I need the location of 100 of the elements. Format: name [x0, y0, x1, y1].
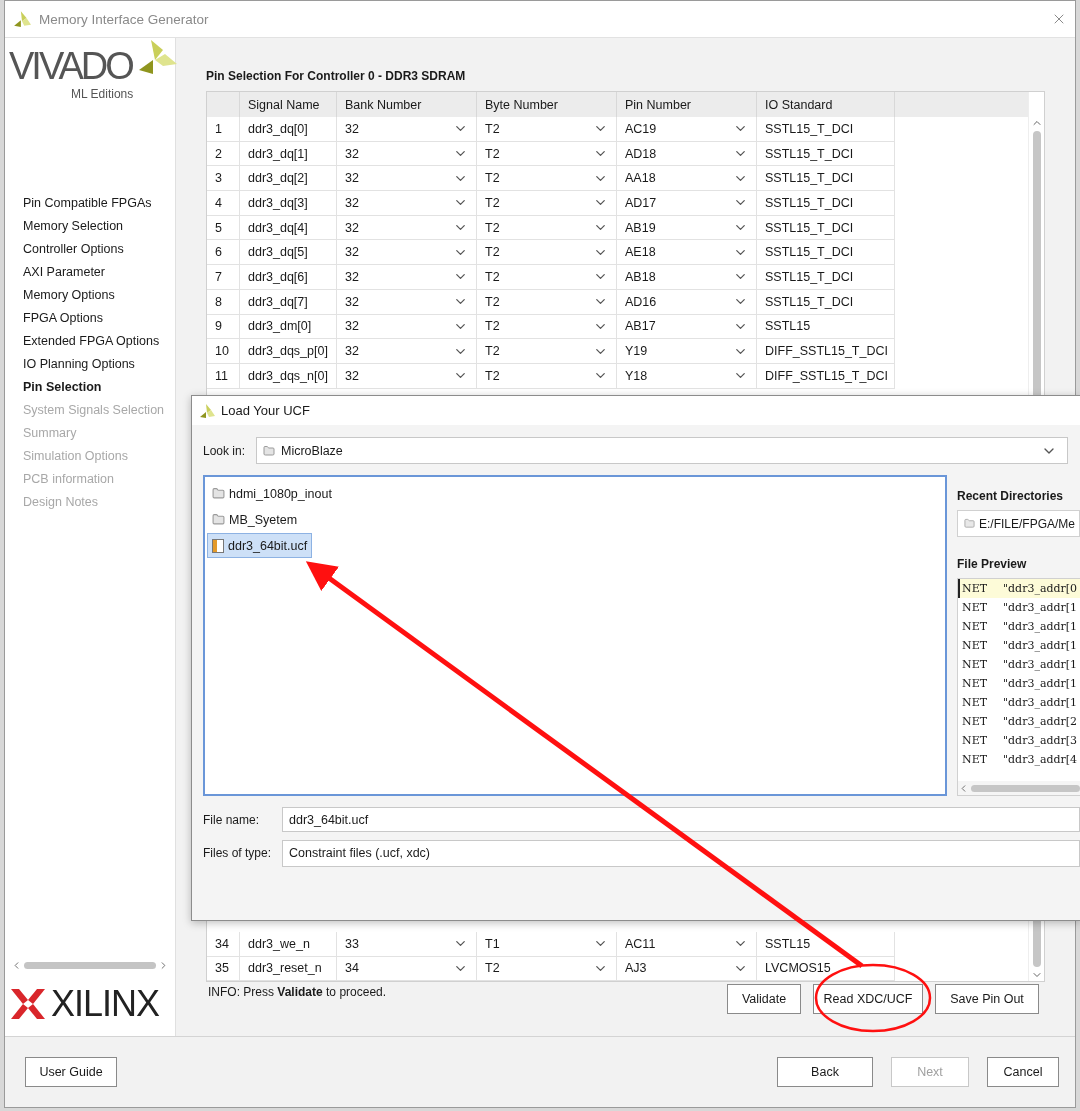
- pin-dropdown[interactable]: AD16: [617, 289, 757, 315]
- file-item[interactable]: hdmi_1080p_inout: [207, 481, 337, 506]
- byte-dropdown[interactable]: T2: [477, 956, 617, 982]
- table-cell: ddr3_we_n: [240, 931, 337, 957]
- table-cell: ddr3_dqs_p[0]: [240, 339, 337, 364]
- file-name-label: File name:: [203, 812, 261, 827]
- pin-dropdown[interactable]: AD17: [617, 191, 757, 216]
- recent-directories-dropdown[interactable]: E:/FILE/FPGA/Me: [957, 510, 1080, 537]
- table-cell: SSTL15_T_DCI: [757, 117, 895, 142]
- sidebar-item[interactable]: Memory Selection: [23, 217, 175, 235]
- bank-dropdown[interactable]: 32: [337, 265, 477, 290]
- bank-dropdown[interactable]: 32: [337, 215, 477, 241]
- bank-dropdown[interactable]: 32: [337, 117, 477, 142]
- pin-dropdown[interactable]: AB18: [617, 265, 757, 290]
- file-icon: [212, 538, 224, 553]
- bank-dropdown[interactable]: 32: [337, 314, 477, 340]
- file-item[interactable]: ddr3_64bit.ucf: [207, 533, 313, 558]
- sidebar-item[interactable]: FPGA Options: [23, 309, 175, 327]
- leaf-logo-icon: [139, 40, 177, 76]
- preview-text: "ddr3_addr[3: [1003, 734, 1078, 747]
- bank-dropdown[interactable]: 34: [337, 956, 477, 982]
- table-cell: SSTL15: [757, 314, 895, 340]
- table-cell: SSTL15_T_DCI: [757, 240, 895, 266]
- vivado-logo-text: VIVADO: [9, 44, 132, 88]
- table-cell: SSTL15_T_DCI: [757, 289, 895, 315]
- folder-icon: [212, 487, 225, 500]
- sidebar-item[interactable]: Pin Compatible FPGAs: [23, 194, 175, 212]
- preview-text: "ddr3_addr[0: [1003, 582, 1078, 595]
- pin-dropdown[interactable]: Y18: [617, 363, 757, 389]
- user-guide-button[interactable]: User Guide: [25, 1057, 117, 1087]
- horizontal-scrollbar[interactable]: [958, 781, 1080, 795]
- pin-dropdown[interactable]: AC11: [617, 931, 757, 957]
- pin-dropdown[interactable]: Y19: [617, 339, 757, 364]
- bank-dropdown[interactable]: 33: [337, 931, 477, 957]
- bank-dropdown[interactable]: 32: [337, 240, 477, 266]
- file-name-field[interactable]: ddr3_64bit.ucf: [282, 807, 1080, 832]
- preview-keyword: NET: [962, 639, 987, 652]
- byte-dropdown[interactable]: T2: [477, 339, 617, 364]
- row-number: 9: [207, 314, 240, 340]
- action-button[interactable]: Read XDC/UCF: [813, 984, 923, 1015]
- pin-dropdown[interactable]: AA18: [617, 166, 757, 192]
- nav-button[interactable]: Cancel: [987, 1057, 1059, 1087]
- bank-dropdown[interactable]: 32: [337, 339, 477, 364]
- pin-dropdown[interactable]: AE18: [617, 240, 757, 266]
- look-in-label: Look in:: [203, 443, 247, 458]
- table-cell: ddr3_dq[2]: [240, 166, 337, 192]
- nav-button[interactable]: Back: [777, 1057, 873, 1087]
- sidebar-item: Simulation Options: [23, 448, 129, 465]
- byte-dropdown[interactable]: T2: [477, 117, 617, 142]
- file-item[interactable]: MB_Syetem: [207, 507, 303, 532]
- table-cell: SSTL15_T_DCI: [757, 191, 895, 216]
- info-message: INFO: Press Validate to proceed.: [207, 984, 388, 1001]
- table-cell: ddr3_dq[0]: [240, 117, 337, 142]
- row-number: 34: [207, 931, 240, 957]
- byte-dropdown[interactable]: T2: [477, 240, 617, 266]
- pin-dropdown[interactable]: AB19: [617, 215, 757, 241]
- table-cell: ddr3_dq[6]: [240, 265, 337, 290]
- sidebar-item[interactable]: Controller Options: [23, 240, 175, 258]
- byte-dropdown[interactable]: T2: [477, 166, 617, 192]
- sidebar-item[interactable]: Extended FPGA Options: [23, 332, 175, 350]
- sidebar-item[interactable]: Memory Options: [23, 286, 175, 304]
- byte-dropdown[interactable]: T2: [477, 265, 617, 290]
- byte-dropdown[interactable]: T2: [477, 363, 617, 389]
- pin-dropdown[interactable]: AB17: [617, 314, 757, 340]
- table-cell: SSTL15_T_DCI: [757, 215, 895, 241]
- preview-keyword: NET: [962, 696, 987, 709]
- pin-dropdown[interactable]: AC19: [617, 117, 757, 142]
- leaf-logo-icon: [199, 402, 215, 419]
- sidebar-item[interactable]: Pin Selection: [23, 378, 175, 396]
- bank-dropdown[interactable]: 32: [337, 191, 477, 216]
- bank-dropdown[interactable]: 32: [337, 166, 477, 192]
- sidebar-item[interactable]: AXI Parameter: [23, 263, 175, 281]
- byte-dropdown[interactable]: T2: [477, 289, 617, 315]
- action-button[interactable]: Validate: [727, 984, 801, 1015]
- byte-dropdown[interactable]: T1: [477, 931, 617, 957]
- look-in-dropdown[interactable]: MicroBlaze: [256, 437, 1068, 464]
- row-number: 6: [207, 240, 240, 266]
- table-cell: ddr3_dq[4]: [240, 215, 337, 241]
- preview-text: "ddr3_addr[4: [1003, 753, 1078, 766]
- file-type-dropdown[interactable]: Constraint files (.ucf, xdc): [282, 839, 1080, 867]
- byte-dropdown[interactable]: T2: [477, 314, 617, 340]
- bank-dropdown[interactable]: 32: [337, 141, 477, 167]
- pin-dropdown[interactable]: AJ3: [617, 956, 757, 982]
- row-number: 2: [207, 141, 240, 167]
- byte-dropdown[interactable]: T2: [477, 191, 617, 216]
- table-cell: DIFF_SSTL15_T_DCI: [757, 363, 895, 389]
- sidebar-item[interactable]: IO Planning Options: [23, 355, 175, 373]
- byte-dropdown[interactable]: T2: [477, 215, 617, 241]
- recent-directories-label: Recent Directories: [957, 489, 1065, 503]
- bank-dropdown[interactable]: 32: [337, 363, 477, 389]
- bank-dropdown[interactable]: 32: [337, 289, 477, 315]
- row-number: 1: [207, 117, 240, 142]
- pin-dropdown[interactable]: AD18: [617, 141, 757, 167]
- table-cell: DIFF_SSTL15_T_DCI: [757, 339, 895, 364]
- byte-dropdown[interactable]: T2: [477, 141, 617, 167]
- action-button[interactable]: Save Pin Out: [935, 984, 1039, 1015]
- row-number: 7: [207, 265, 240, 290]
- table-cell: SSTL15_T_DCI: [757, 265, 895, 290]
- file-preview-label: File Preview: [957, 557, 1028, 571]
- preview-text: "ddr3_addr[1: [1003, 601, 1078, 614]
